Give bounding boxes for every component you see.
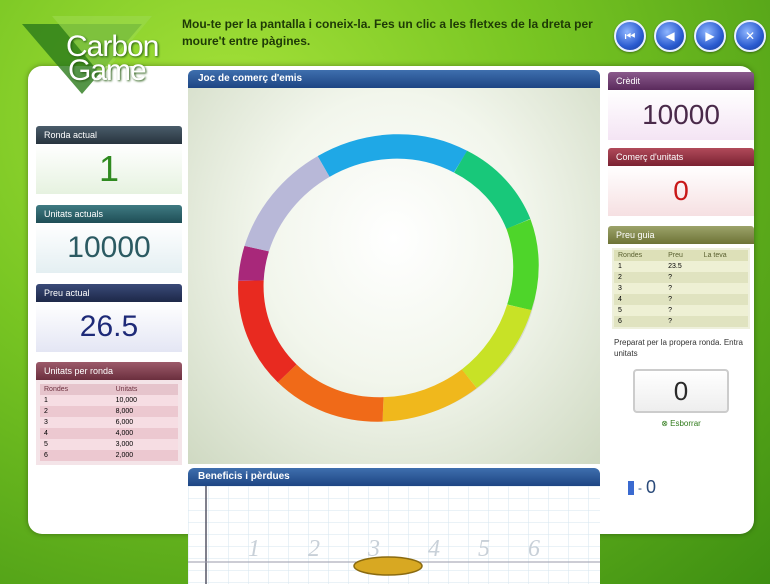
table-row: 3 6,000 (40, 417, 178, 428)
axis-label: 2 (308, 536, 320, 562)
profits-grid: 1 2 3 4 5 6 (188, 486, 600, 584)
table-row: 5 3,000 (40, 439, 178, 450)
delete-icon: ⊗ (661, 419, 668, 428)
prepare-text: Preparat per la propera ronda. Entra uni… (614, 338, 743, 358)
price-guide-panel: Preu guia Rondes Preu La teva 1 23.5 2? 3… (608, 226, 754, 508)
close-icon: ✕ (744, 29, 756, 43)
column-header: Rondes (44, 386, 69, 393)
ring-segment (238, 245, 270, 281)
table-row: 6? (614, 316, 748, 327)
first-page-icon: ⏮ (624, 28, 636, 43)
table-row: 2 8,000 (40, 406, 178, 417)
instructions-text: Mou-te per la pantalla i coneix-la. Fes … (182, 17, 593, 48)
axis-label: 1 (248, 536, 260, 562)
ring-segment (506, 219, 539, 311)
panel-title: Unitats actuals (36, 205, 182, 223)
ring-segment (317, 134, 468, 177)
panel-title: Ronda actual (36, 126, 182, 144)
table-row: 3? (614, 283, 748, 294)
coin-stack (353, 556, 423, 576)
panel-title: Beneficis i pèrdues (188, 468, 600, 486)
axis-label: 5 (478, 536, 490, 562)
table-row: 1 23.5 (614, 261, 748, 272)
credit-panel: Crèdit 10000 (608, 72, 754, 140)
price-guide-table: Rondes Preu La teva 1 23.5 2? 3? 4? 5? 6? (614, 250, 748, 327)
column-header: Unitats (115, 386, 138, 393)
page-navigation: ⏮ ◀ ▶ ✕ (614, 20, 766, 52)
column-header: Rondes (618, 252, 643, 259)
next-page-button[interactable]: ▶ (694, 20, 726, 52)
bottom-counter: - 0 (628, 477, 656, 498)
units-per-round-table: Rondes Unitats 1 10,000 2 8,000 3 6,000 4 4,… (40, 384, 178, 461)
panel-title: Joc de comerç d'emis (188, 70, 600, 88)
units-input[interactable]: 0 (633, 369, 729, 413)
profits-losses-panel: Beneficis i pèrdues 1 2 3 4 5 6 (188, 468, 600, 584)
close-button[interactable]: ✕ (734, 20, 766, 52)
first-page-button[interactable]: ⏮ (614, 20, 646, 52)
next-page-icon: ▶ (705, 29, 715, 43)
unit-trade-panel: Comerç d'unitats 0 (608, 148, 754, 216)
delete-button[interactable]: ⊗ Esborrar (608, 419, 754, 428)
price-ring[interactable] (188, 88, 600, 464)
current-units-panel: Unitats actuals 10000 (36, 205, 182, 273)
panel-title: Preu guia (608, 226, 754, 244)
table-row: 4? (614, 294, 748, 305)
ring-segment (244, 156, 330, 252)
ring-segment (277, 364, 384, 422)
panel-title: Unitats per ronda (36, 362, 182, 380)
column-header: La teva (703, 252, 727, 259)
current-round-value: 1 (36, 144, 182, 194)
panel-title: Preu actual (36, 284, 182, 302)
table-row: 5? (614, 305, 748, 316)
current-price-value: 26.5 (36, 302, 182, 352)
previous-page-icon: ◀ (665, 29, 675, 43)
ring-segment (453, 150, 531, 230)
ring-segment (461, 304, 532, 389)
axis-label: 4 (428, 536, 440, 562)
current-round-panel: Ronda actual 1 (36, 126, 182, 194)
current-units-value: 10000 (36, 223, 182, 273)
ring-segment (382, 369, 477, 422)
credit-value: 10000 (608, 90, 754, 140)
previous-page-button[interactable]: ◀ (654, 20, 686, 52)
panel-title: Crèdit (608, 72, 754, 90)
column-header: Preu (668, 252, 683, 259)
table-row: 4 4,000 (40, 428, 178, 439)
panel-title: Comerç d'unitats (608, 148, 754, 166)
table-row: 2? (614, 272, 748, 283)
units-per-round-panel: Unitats per ronda Rondes Unitats 1 10,000… (36, 362, 182, 465)
table-row: 1 10,000 (40, 395, 178, 406)
bar-icon (628, 480, 634, 495)
axis-label: 6 (528, 536, 540, 562)
current-price-panel: Preu actual 26.5 (36, 284, 182, 352)
ring-segment (238, 280, 297, 383)
table-row: 6 2,000 (40, 450, 178, 461)
unit-trade-value: 0 (608, 166, 754, 216)
emissions-trading-panel: Joc de comerç d'emis (188, 70, 600, 464)
carbon-game-logo: Carbon Game (22, 16, 192, 94)
